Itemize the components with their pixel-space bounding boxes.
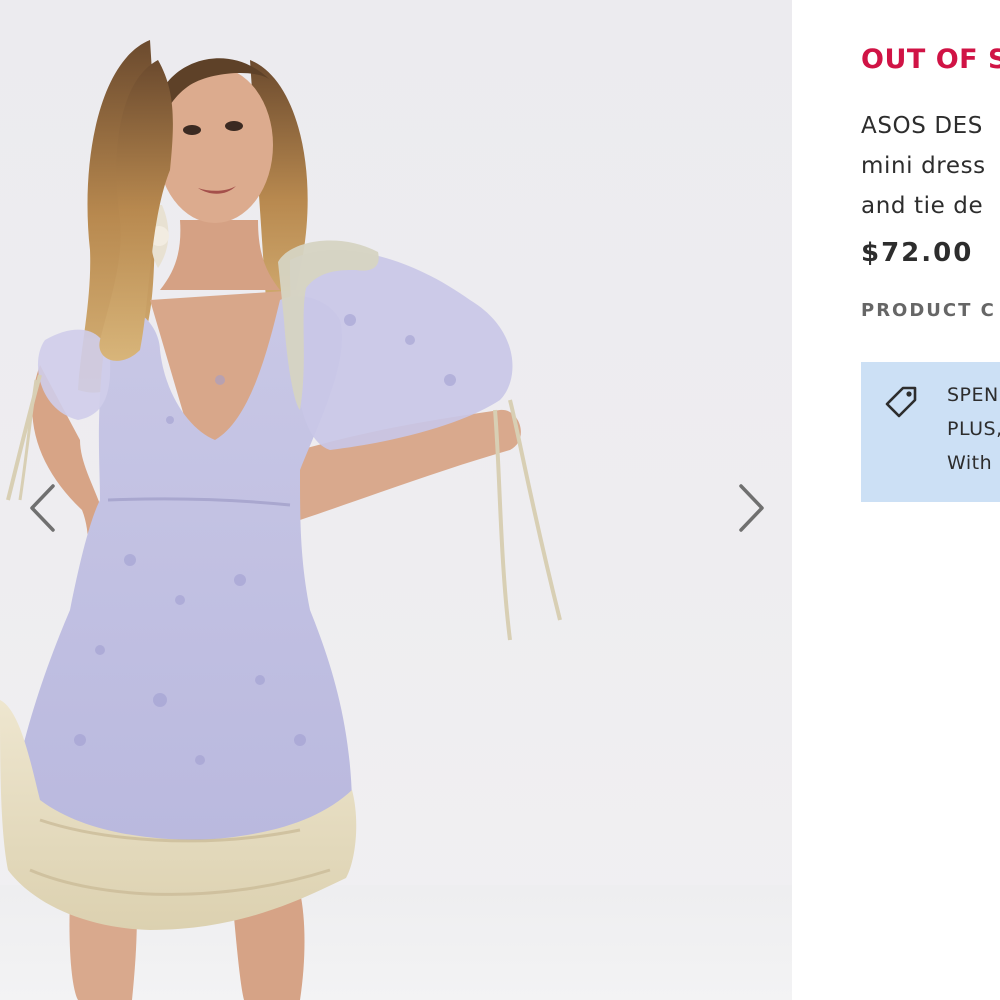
product-title-line: mini dress [861, 153, 986, 179]
product-details-link[interactable]: PRODUCT C [861, 300, 996, 321]
product-title-line: and tie de [861, 193, 984, 219]
next-image-button[interactable] [732, 482, 772, 534]
product-photo [0, 40, 562, 1000]
chevron-left-icon [30, 484, 55, 532]
product-info-panel: OUT OF S ASOS DES mini dress and tie de … [792, 0, 1000, 1000]
chevron-right-icon [739, 484, 764, 532]
promo-text: SPEN PLUS, With [947, 378, 1000, 480]
product-price: $72.00 [861, 238, 974, 268]
product-title: ASOS DES mini dress and tie de [861, 106, 1000, 226]
previous-image-button[interactable] [22, 482, 62, 534]
promo-line: With [947, 452, 993, 474]
product-title-line: ASOS DES [861, 113, 983, 139]
price-tag-icon [885, 386, 917, 418]
promo-banner[interactable]: SPEN PLUS, With [861, 362, 1000, 502]
stock-status: OUT OF S [861, 44, 1000, 75]
promo-line: PLUS, [947, 418, 1000, 440]
product-image-gallery [0, 0, 792, 1000]
promo-line: SPEN [947, 384, 999, 406]
